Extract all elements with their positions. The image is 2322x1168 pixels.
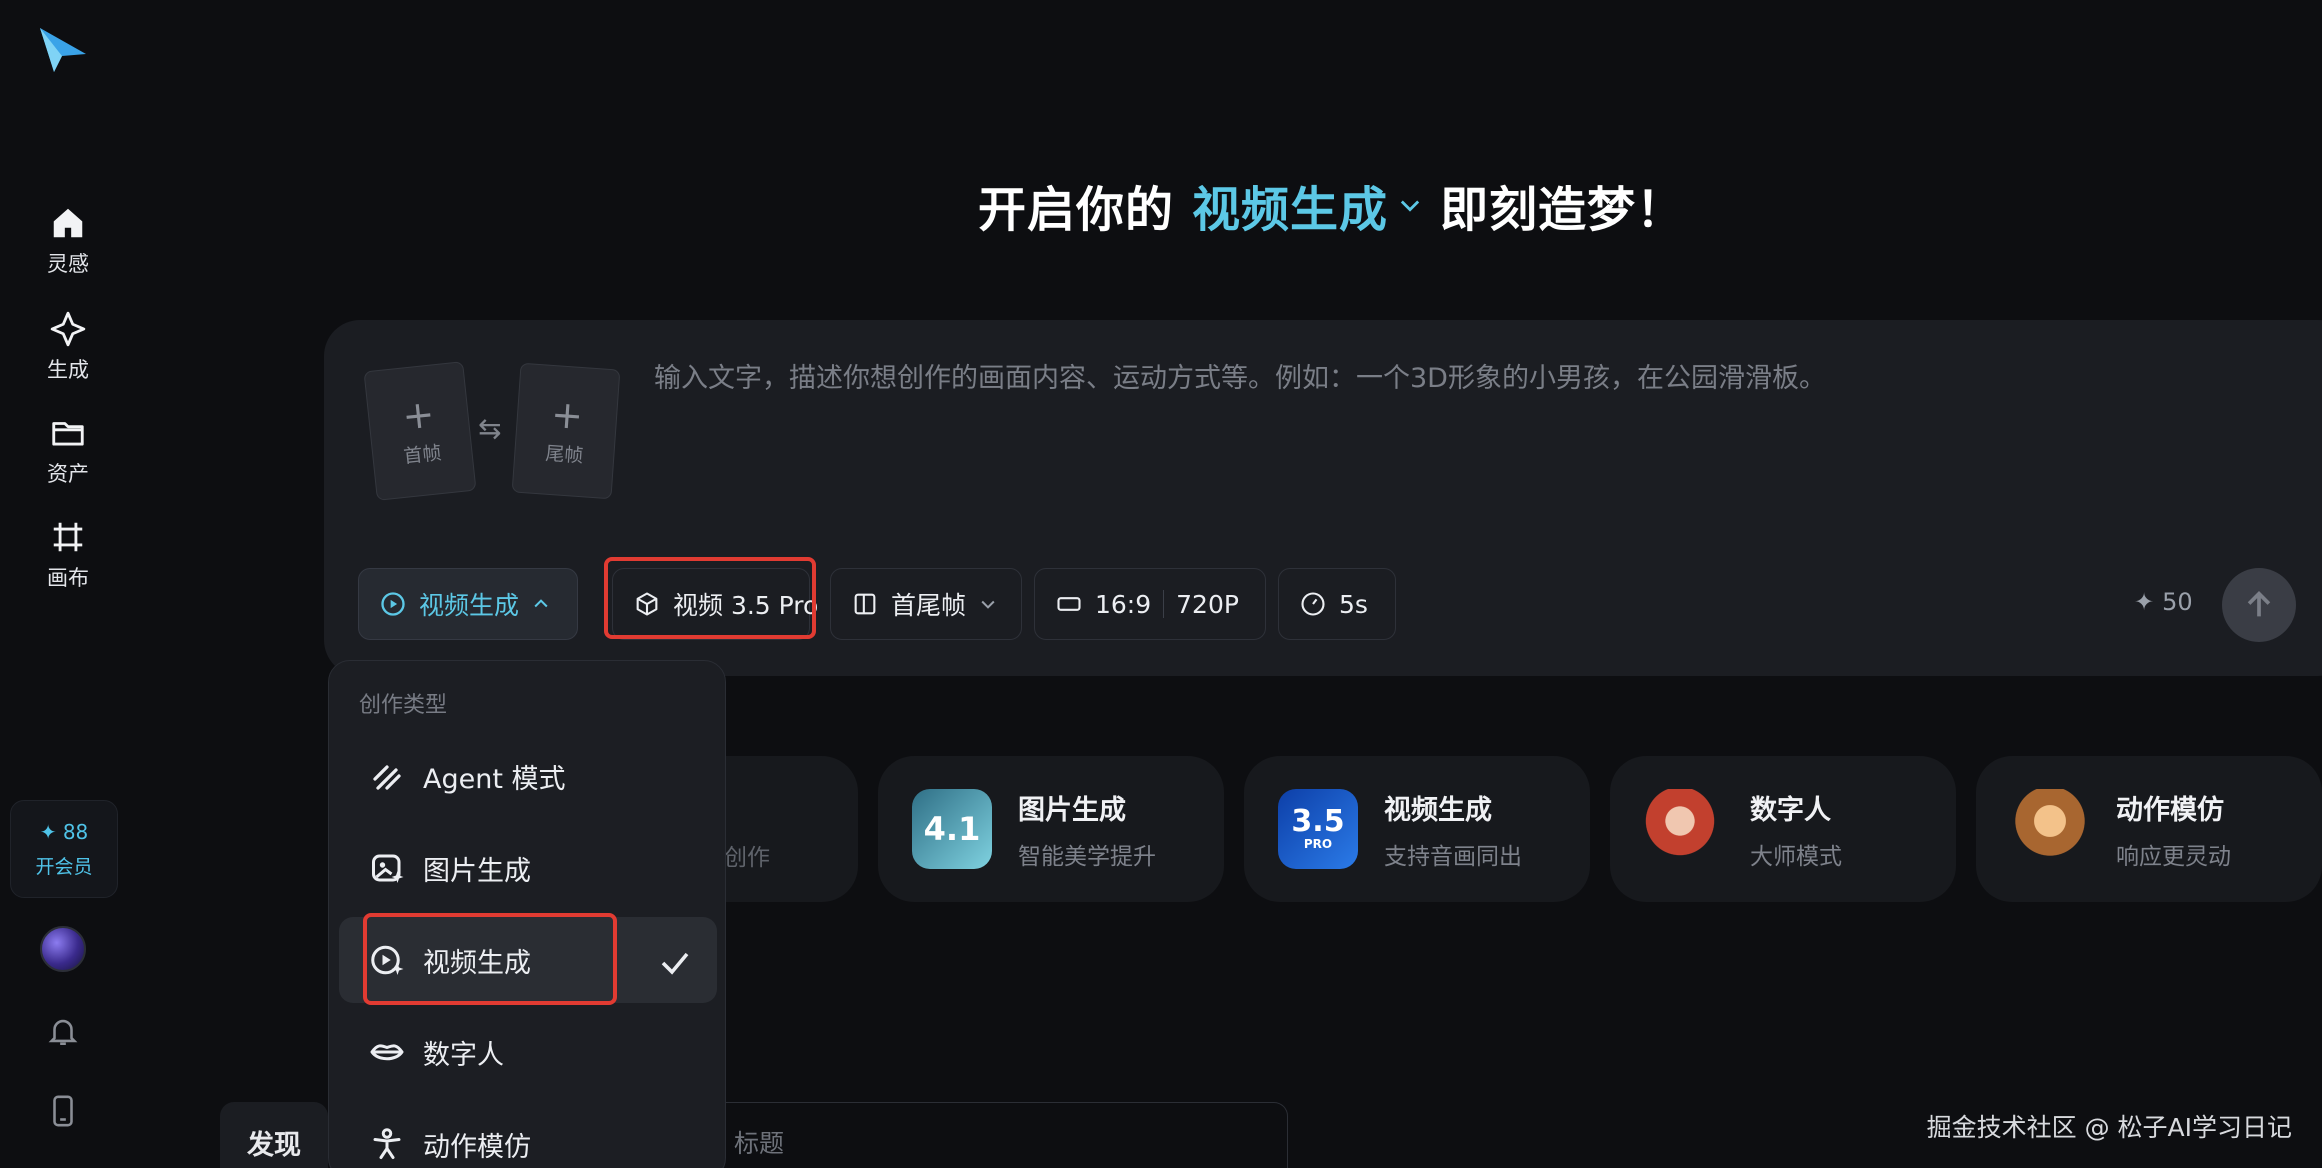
clock-icon	[1301, 592, 1325, 616]
sidebar-item-assets[interactable]: 资产	[28, 414, 108, 488]
image-gen-icon	[372, 854, 404, 883]
prompt-input[interactable]: 输入文字，描述你想创作的画面内容、运动方式等。例如：一个3D形象的小男孩，在公园…	[654, 356, 1826, 395]
dropdown-item-video[interactable]: 视频生成	[339, 917, 717, 1003]
feature-card-partial-text: 创作	[724, 845, 770, 871]
frame-mode-button[interactable]: 首尾帧	[830, 568, 1022, 640]
sparkle-icon	[50, 311, 86, 347]
frame-mode-label: 首尾帧	[891, 591, 967, 620]
feature-card-subtitle: 支持音画同出	[1384, 843, 1522, 870]
sidebar-item-generate[interactable]: 生成	[28, 310, 108, 384]
canvas-icon	[53, 522, 83, 552]
avatar[interactable]	[40, 926, 86, 972]
sidebar-item-label: 画布	[47, 566, 89, 590]
sidebar-item-canvas[interactable]: 画布	[28, 518, 108, 592]
sparkle-icon: ✦	[2134, 588, 2155, 616]
discover-tab[interactable]: 发现	[220, 1102, 328, 1168]
video-gen-icon	[371, 945, 404, 975]
ratio-resolution-button[interactable]: 16:9 720P	[1034, 568, 1266, 640]
feature-card-subtitle: 响应更灵动	[2116, 843, 2231, 870]
plus-icon: +	[549, 391, 585, 438]
title-search-input[interactable]: 标题	[700, 1102, 1288, 1168]
feature-card-title: 视频生成	[1384, 794, 1492, 826]
feature-card-subtitle: 智能美学提升	[1018, 843, 1156, 870]
chevron-down-icon	[981, 600, 995, 609]
title-mode-selector[interactable]: 视频生成	[1192, 170, 1388, 240]
folder-icon	[52, 422, 84, 446]
watermark: 掘金技术社区 @ 松子AI学习日记	[1926, 1113, 2292, 1142]
sidebar-item-label: 灵感	[47, 252, 89, 276]
join-vip-label: 开会员	[35, 855, 93, 878]
dropdown-title: 创作类型	[359, 693, 448, 718]
feature-card-title: 图片生成	[1018, 794, 1126, 826]
sidebar: 灵感 生成 资产 画布 ✦ 88 开会员	[0, 0, 136, 1168]
dropdown-item-label: 视频生成	[423, 947, 531, 979]
image-model-badge: 4.1	[912, 789, 992, 869]
vip-button[interactable]: ✦ 88 开会员	[10, 800, 118, 898]
plus-icon: +	[400, 391, 437, 439]
frame-layout-icon	[854, 593, 876, 615]
model-selector-label: 视频 3.5 Pro	[673, 591, 819, 620]
duration-label: 5s	[1339, 589, 1368, 619]
dropdown-item-label: 图片生成	[423, 855, 531, 887]
sidebar-item-label: 生成	[47, 358, 89, 382]
video-gen-icon	[381, 592, 405, 616]
feature-card-motion[interactable]: 动作模仿 响应更灵动	[1976, 756, 2322, 902]
dropdown-item-label: 数字人	[423, 1039, 504, 1071]
first-frame-upload[interactable]: + 首帧	[363, 361, 477, 501]
chevron-up-icon	[534, 599, 548, 608]
mode-selector-button[interactable]: 视频生成	[358, 568, 578, 640]
chevron-down-icon[interactable]	[1396, 191, 1424, 219]
feature-card-digital-human[interactable]: 数字人 大师模式	[1610, 756, 1956, 902]
creation-type-dropdown: 创作类型 Agent 模式 图片生成 视频生成 数字人 动作模仿	[328, 660, 726, 1168]
feature-card-image[interactable]: 4.1 图片生成 智能美学提升	[878, 756, 1224, 902]
title-suffix: 即刻造梦！	[1440, 182, 1686, 238]
last-frame-label: 尾帧	[544, 442, 585, 467]
credit-cost-value: 50	[2162, 588, 2193, 616]
video-badge-tier: PRO	[1303, 837, 1333, 851]
digital-human-thumbnail	[1644, 789, 1724, 869]
sidebar-item-inspiration[interactable]: 灵感	[28, 204, 108, 278]
points-balance: ✦ 88	[39, 819, 89, 844]
motion-thumbnail	[2010, 789, 2090, 869]
arrow-up-icon	[2247, 591, 2271, 617]
cube-icon	[636, 592, 658, 616]
app-logo-icon[interactable]	[36, 24, 90, 76]
duration-button[interactable]: 5s	[1278, 568, 1396, 640]
dropdown-item-label: 动作模仿	[423, 1131, 531, 1163]
motion-icon	[373, 1128, 401, 1159]
last-frame-upload[interactable]: + 尾帧	[511, 362, 621, 500]
feature-card-title: 动作模仿	[2116, 794, 2224, 826]
ratio-label: 16:9	[1095, 589, 1152, 619]
divider	[1163, 590, 1165, 618]
points-value: 88	[62, 819, 89, 844]
credit-cost: ✦ 50	[2134, 588, 2193, 616]
dropdown-item-image[interactable]: 图片生成	[339, 825, 717, 911]
feature-card-video[interactable]: 3.5 PRO 视频生成 支持音画同出	[1244, 756, 1590, 902]
feature-card-title: 数字人	[1750, 794, 1831, 826]
model-selector-button[interactable]: 视频 3.5 Pro	[612, 568, 818, 640]
video-badge-version: 3.5	[1291, 804, 1345, 839]
page-title: 开启你的 视频生成 即刻造梦！	[978, 170, 1685, 240]
first-frame-label: 首帧	[402, 441, 443, 468]
dropdown-item-label: Agent 模式	[423, 763, 566, 795]
feature-card-subtitle: 大师模式	[1750, 843, 1842, 870]
aspect-ratio-icon	[1057, 597, 1081, 611]
agent-icon	[373, 765, 401, 790]
resolution-label: 720P	[1176, 589, 1239, 619]
dropdown-item-motion[interactable]: 动作模仿	[339, 1101, 717, 1168]
mode-selector-label: 视频生成	[419, 591, 520, 620]
swap-icon[interactable]: ⇆	[478, 412, 501, 445]
check-icon	[661, 952, 689, 975]
video-model-badge: 3.5 PRO	[1278, 789, 1358, 869]
home-icon	[53, 208, 83, 238]
phone-icon[interactable]	[46, 1094, 80, 1128]
sidebar-item-label: 资产	[47, 462, 89, 486]
title-prefix: 开启你的	[978, 182, 1175, 238]
send-button[interactable]	[2222, 568, 2296, 642]
dropdown-item-agent[interactable]: Agent 模式	[339, 733, 717, 819]
bell-icon[interactable]	[46, 1014, 80, 1048]
lips-icon	[370, 1044, 404, 1061]
dropdown-item-digital-human[interactable]: 数字人	[339, 1009, 717, 1095]
